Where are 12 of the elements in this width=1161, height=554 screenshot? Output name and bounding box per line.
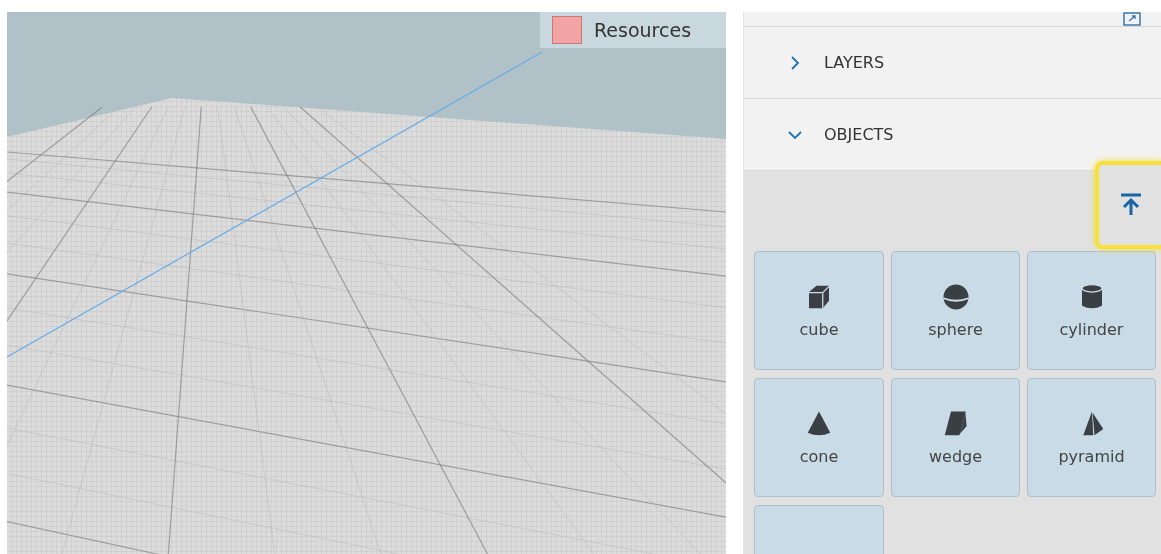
object-tile[interactable]: sphere: [891, 251, 1020, 370]
scroll-to-top-icon: [1120, 193, 1142, 217]
chevron-icon: [788, 55, 802, 70]
scroll-to-top-button[interactable]: [1095, 161, 1161, 249]
object-tile[interactable]: cube: [754, 251, 884, 370]
object-tile[interactable]: wedge: [891, 378, 1020, 497]
legend-label: Resources: [594, 19, 692, 41]
object-tile[interactable]: pyramid: [1027, 378, 1156, 497]
object-tile[interactable]: cone: [754, 378, 884, 497]
external-link-icon[interactable]: [1123, 12, 1141, 26]
sphere-icon: [940, 282, 971, 312]
object-tile[interactable]: cylinder: [1027, 251, 1156, 370]
